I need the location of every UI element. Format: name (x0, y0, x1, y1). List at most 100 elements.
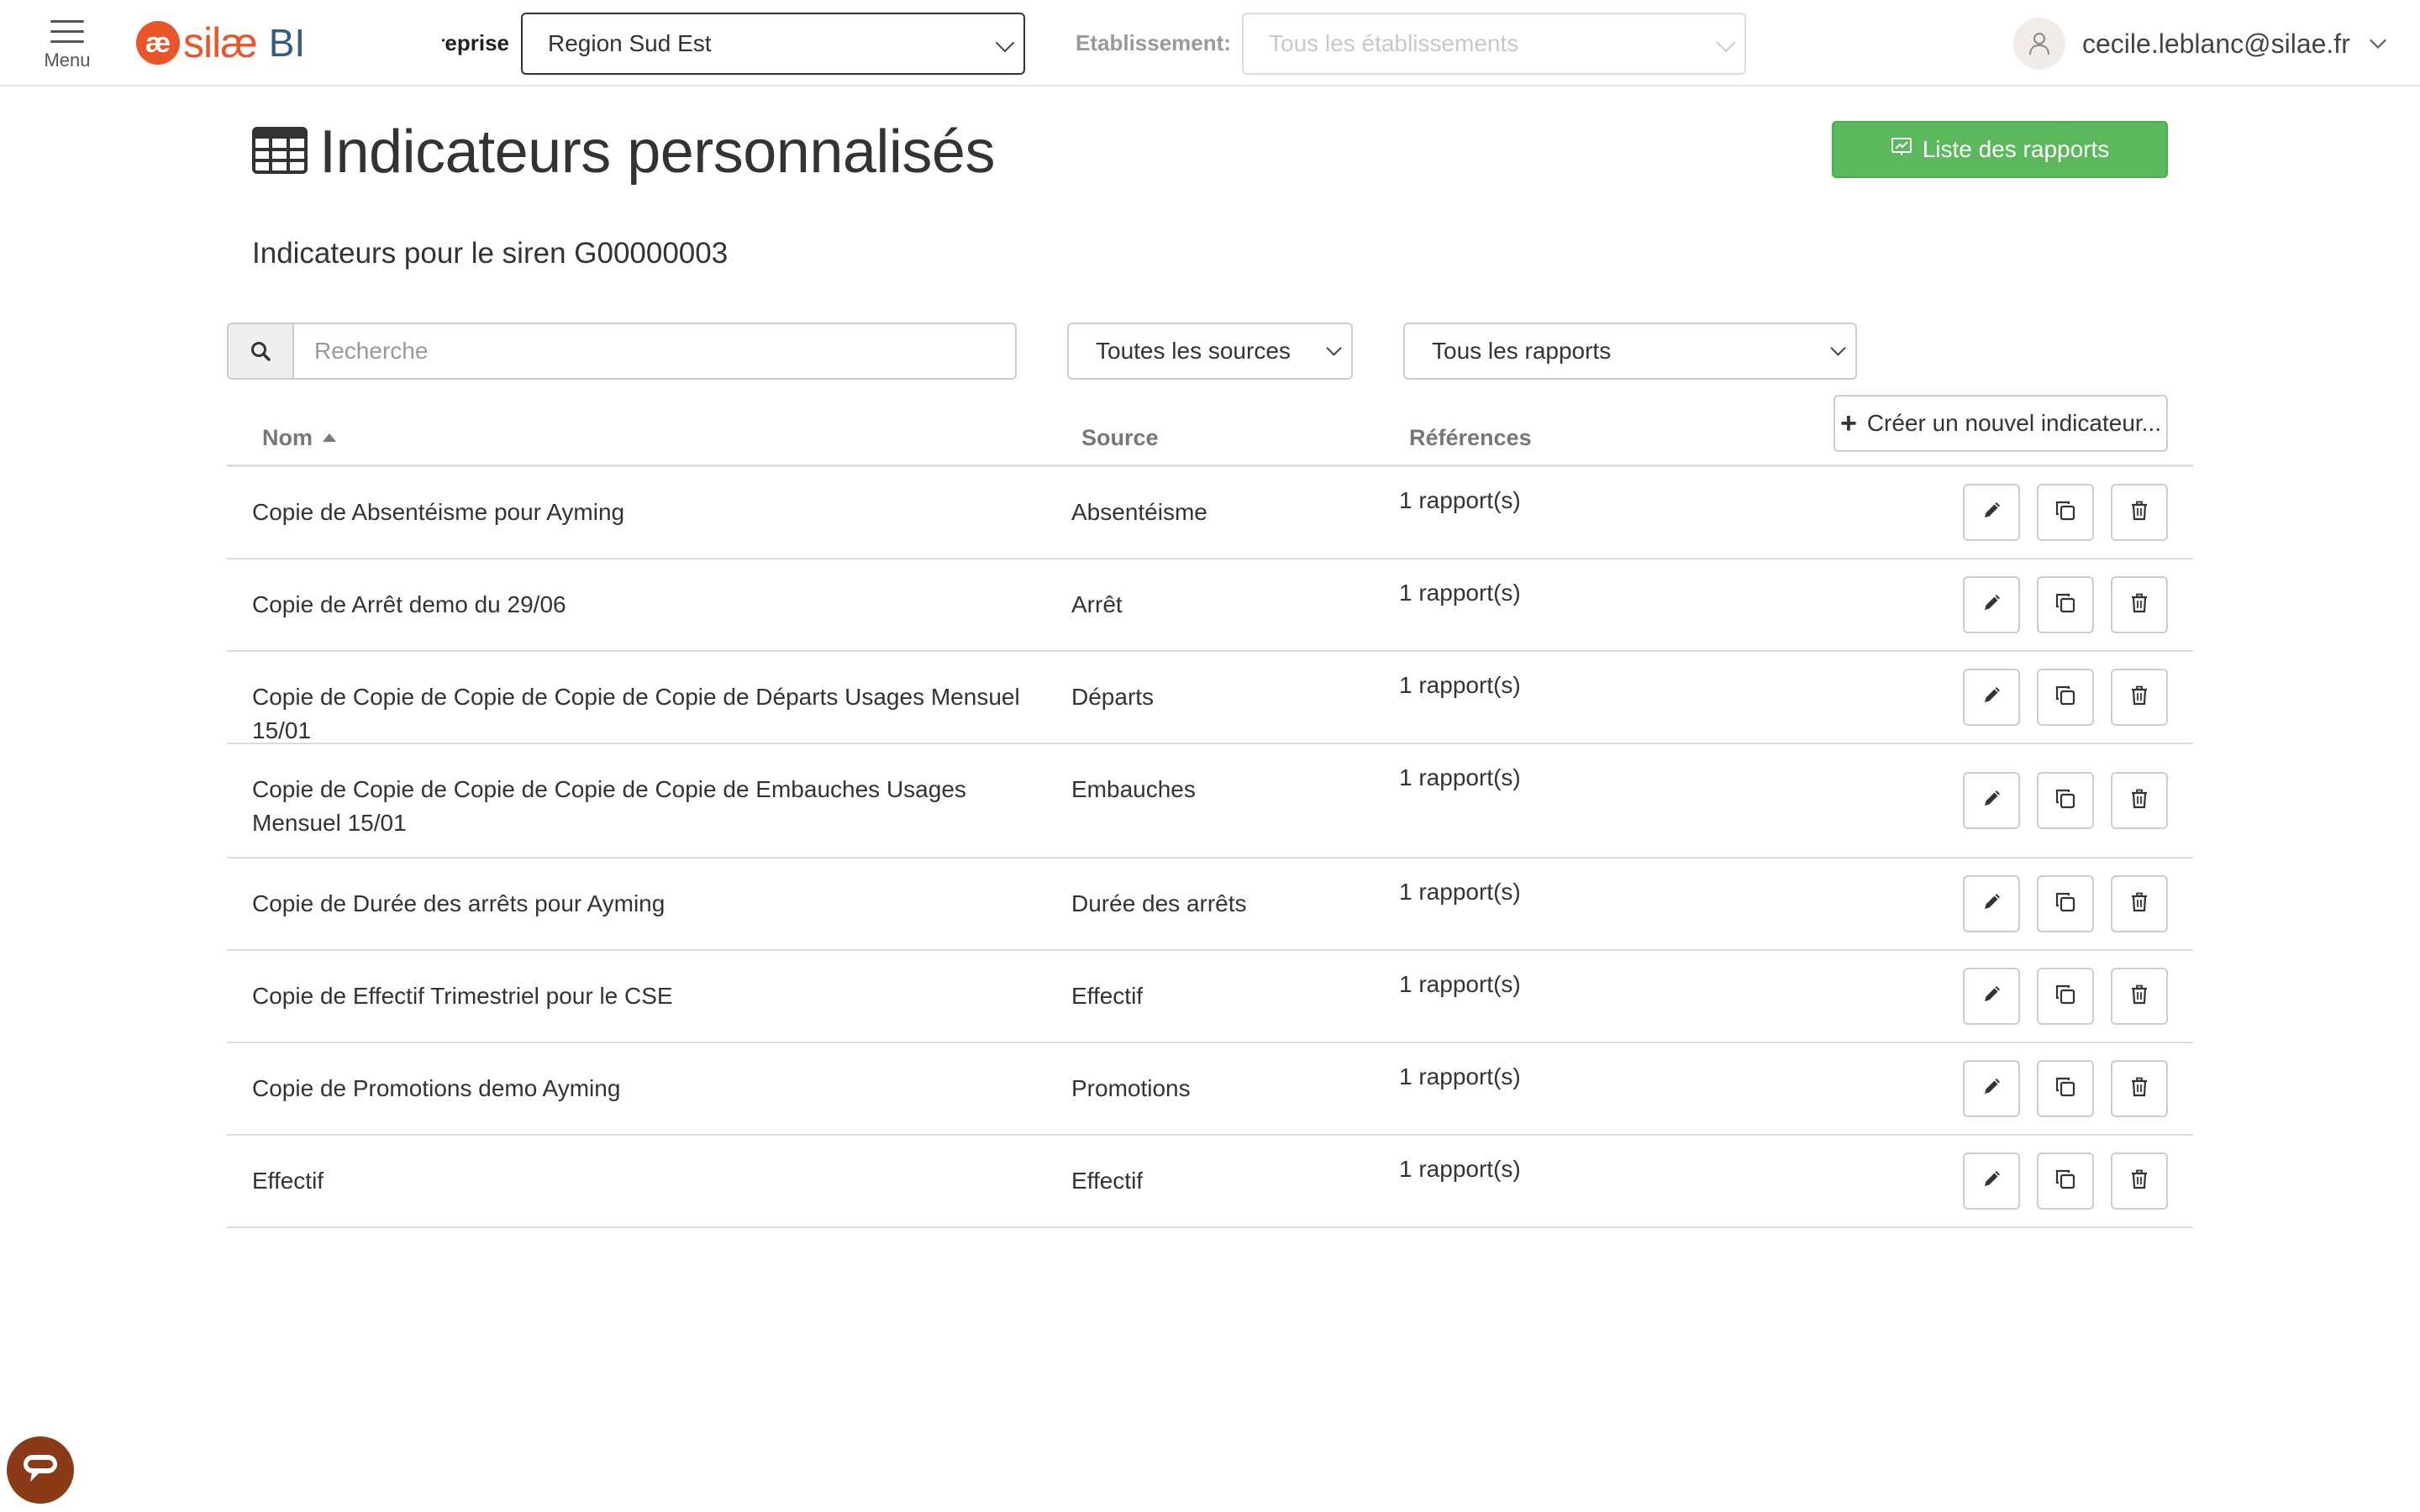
indicator-references[interactable]: 1 rapport(s) (1399, 1152, 1521, 1186)
duplicate-button[interactable] (2037, 968, 2094, 1025)
pencil-icon (1981, 501, 2002, 525)
entreprise-label: Entreprise: (442, 30, 509, 55)
indicator-name: Copie de Effectif Trimestriel pour le CS… (252, 983, 673, 1009)
chevron-down-icon (1326, 340, 1342, 356)
row-actions (1946, 875, 2168, 932)
entreprise-select[interactable]: Region Sud Est (521, 13, 1025, 75)
copy-icon (2054, 984, 2076, 1010)
indicator-name: Copie de Durée des arrêts pour Ayming (252, 890, 666, 916)
duplicate-button[interactable] (2037, 1152, 2094, 1210)
reports-list-button[interactable]: Liste des rapports (1832, 121, 2168, 178)
indicator-references[interactable]: 1 rapport(s) (1399, 484, 1521, 517)
create-indicator-button-label: Créer un nouvel indicateur... (1866, 410, 2162, 436)
chat-icon (21, 1452, 60, 1489)
etablissement-select[interactable]: Tous les établissements (1242, 13, 1746, 75)
indicator-name: Effectif (252, 1168, 324, 1194)
indicator-name: Copie de Copie de Copie de Copie de Copi… (252, 776, 966, 836)
chat-button[interactable] (7, 1436, 74, 1504)
table-icon (252, 126, 308, 178)
edit-button[interactable] (1963, 484, 2020, 541)
pencil-icon (1981, 892, 2002, 916)
source-filter-value: Toutes les sources (1096, 338, 1291, 364)
copy-icon (2054, 1076, 2076, 1102)
delete-button[interactable] (2111, 1152, 2168, 1210)
delete-button[interactable] (2111, 772, 2168, 829)
duplicate-button[interactable] (2037, 484, 2094, 541)
edit-button[interactable] (1963, 875, 2020, 932)
silae-bi-logo[interactable]: æ silæ BI (136, 19, 306, 66)
delete-button[interactable] (2111, 484, 2168, 541)
table-row: Copie de Absentéisme pour Ayming Absentéi… (227, 467, 2193, 559)
copy-icon (2054, 685, 2076, 711)
trash-icon (2130, 685, 2149, 710)
duplicate-button[interactable] (2037, 875, 2094, 932)
column-header-source: Source (1081, 425, 1159, 450)
row-actions (1946, 968, 2168, 1025)
row-actions (1946, 772, 2168, 829)
page-title-text: Indicateurs personnalisés (319, 118, 995, 186)
top-header: Menu æ silæ BI Entreprise: Region Sud Es… (0, 0, 2420, 87)
indicator-references[interactable]: 1 rapport(s) (1399, 576, 1521, 610)
indicator-name: Copie de Copie de Copie de Copie de Copi… (252, 684, 1020, 743)
delete-button[interactable] (2111, 875, 2168, 932)
indicator-source: Promotions (1071, 1075, 1191, 1101)
logo-suffix: BI (268, 21, 306, 65)
indicator-source: Effectif (1071, 983, 1144, 1009)
pencil-icon (1981, 1077, 2002, 1101)
row-actions (1946, 484, 2168, 541)
row-actions (1946, 1060, 2168, 1117)
chevron-down-icon (2369, 32, 2386, 49)
duplicate-button[interactable] (2037, 772, 2094, 829)
table-row: Copie de Copie de Copie de Copie de Copi… (227, 652, 2193, 744)
edit-button[interactable] (1963, 772, 2020, 829)
create-indicator-button[interactable]: + Créer un nouvel indicateur... (1833, 395, 2168, 452)
source-filter-select[interactable]: Toutes les sources (1067, 323, 1353, 380)
menu-label: Menu (44, 50, 91, 71)
edit-button[interactable] (1963, 576, 2020, 633)
pencil-icon (1981, 789, 2002, 813)
copy-icon (2054, 500, 2076, 526)
copy-icon (2054, 891, 2076, 917)
sort-asc-icon (323, 433, 336, 442)
column-header-name[interactable]: Nom (262, 425, 336, 451)
trash-icon (2130, 593, 2149, 617)
indicator-source: Durée des arrêts (1071, 890, 1247, 916)
delete-button[interactable] (2111, 968, 2168, 1025)
indicator-source: Embauches (1071, 776, 1196, 802)
indicator-source: Arrêt (1071, 591, 1123, 617)
edit-button[interactable] (1963, 1152, 2020, 1210)
report-filter-value: Tous les rapports (1432, 338, 1612, 364)
menu-button[interactable]: Menu (34, 15, 101, 76)
column-header-name-label: Nom (262, 425, 313, 450)
presentation-icon (1891, 136, 1923, 163)
indicator-name: Copie de Absentéisme pour Ayming (252, 499, 625, 525)
edit-button[interactable] (1963, 1060, 2020, 1117)
page-title: Indicateurs personnalisés (252, 118, 995, 186)
user-menu[interactable]: cecile.leblanc@silae.fr (2013, 17, 2386, 71)
page-subtitle: Indicateurs pour le siren G00000003 (252, 237, 729, 270)
copy-icon (2054, 788, 2076, 814)
delete-button[interactable] (2111, 576, 2168, 633)
indicator-references[interactable]: 1 rapport(s) (1399, 1060, 1521, 1094)
duplicate-button[interactable] (2037, 669, 2094, 726)
edit-button[interactable] (1963, 669, 2020, 726)
entreprise-select-value: Region Sud Est (548, 30, 712, 56)
chevron-down-icon (995, 33, 1015, 53)
search-input[interactable] (292, 323, 1017, 380)
edit-button[interactable] (1963, 968, 2020, 1025)
duplicate-button[interactable] (2037, 576, 2094, 633)
indicator-references[interactable]: 1 rapport(s) (1399, 669, 1521, 702)
indicator-references[interactable]: 1 rapport(s) (1399, 968, 1521, 1001)
row-actions (1946, 576, 2168, 633)
indicator-references[interactable]: 1 rapport(s) (1399, 875, 1521, 909)
pencil-icon (1981, 1169, 2002, 1194)
delete-button[interactable] (2111, 669, 2168, 726)
report-filter-select[interactable]: Tous les rapports (1403, 323, 1857, 380)
delete-button[interactable] (2111, 1060, 2168, 1117)
logo-mark: æ (136, 21, 180, 65)
duplicate-button[interactable] (2037, 1060, 2094, 1117)
etablissement-select-value: Tous les établissements (1269, 30, 1519, 56)
table-row: Copie de Effectif Trimestriel pour le CS… (227, 951, 2193, 1043)
indicator-references[interactable]: 1 rapport(s) (1399, 761, 1521, 795)
search-icon (227, 323, 292, 380)
